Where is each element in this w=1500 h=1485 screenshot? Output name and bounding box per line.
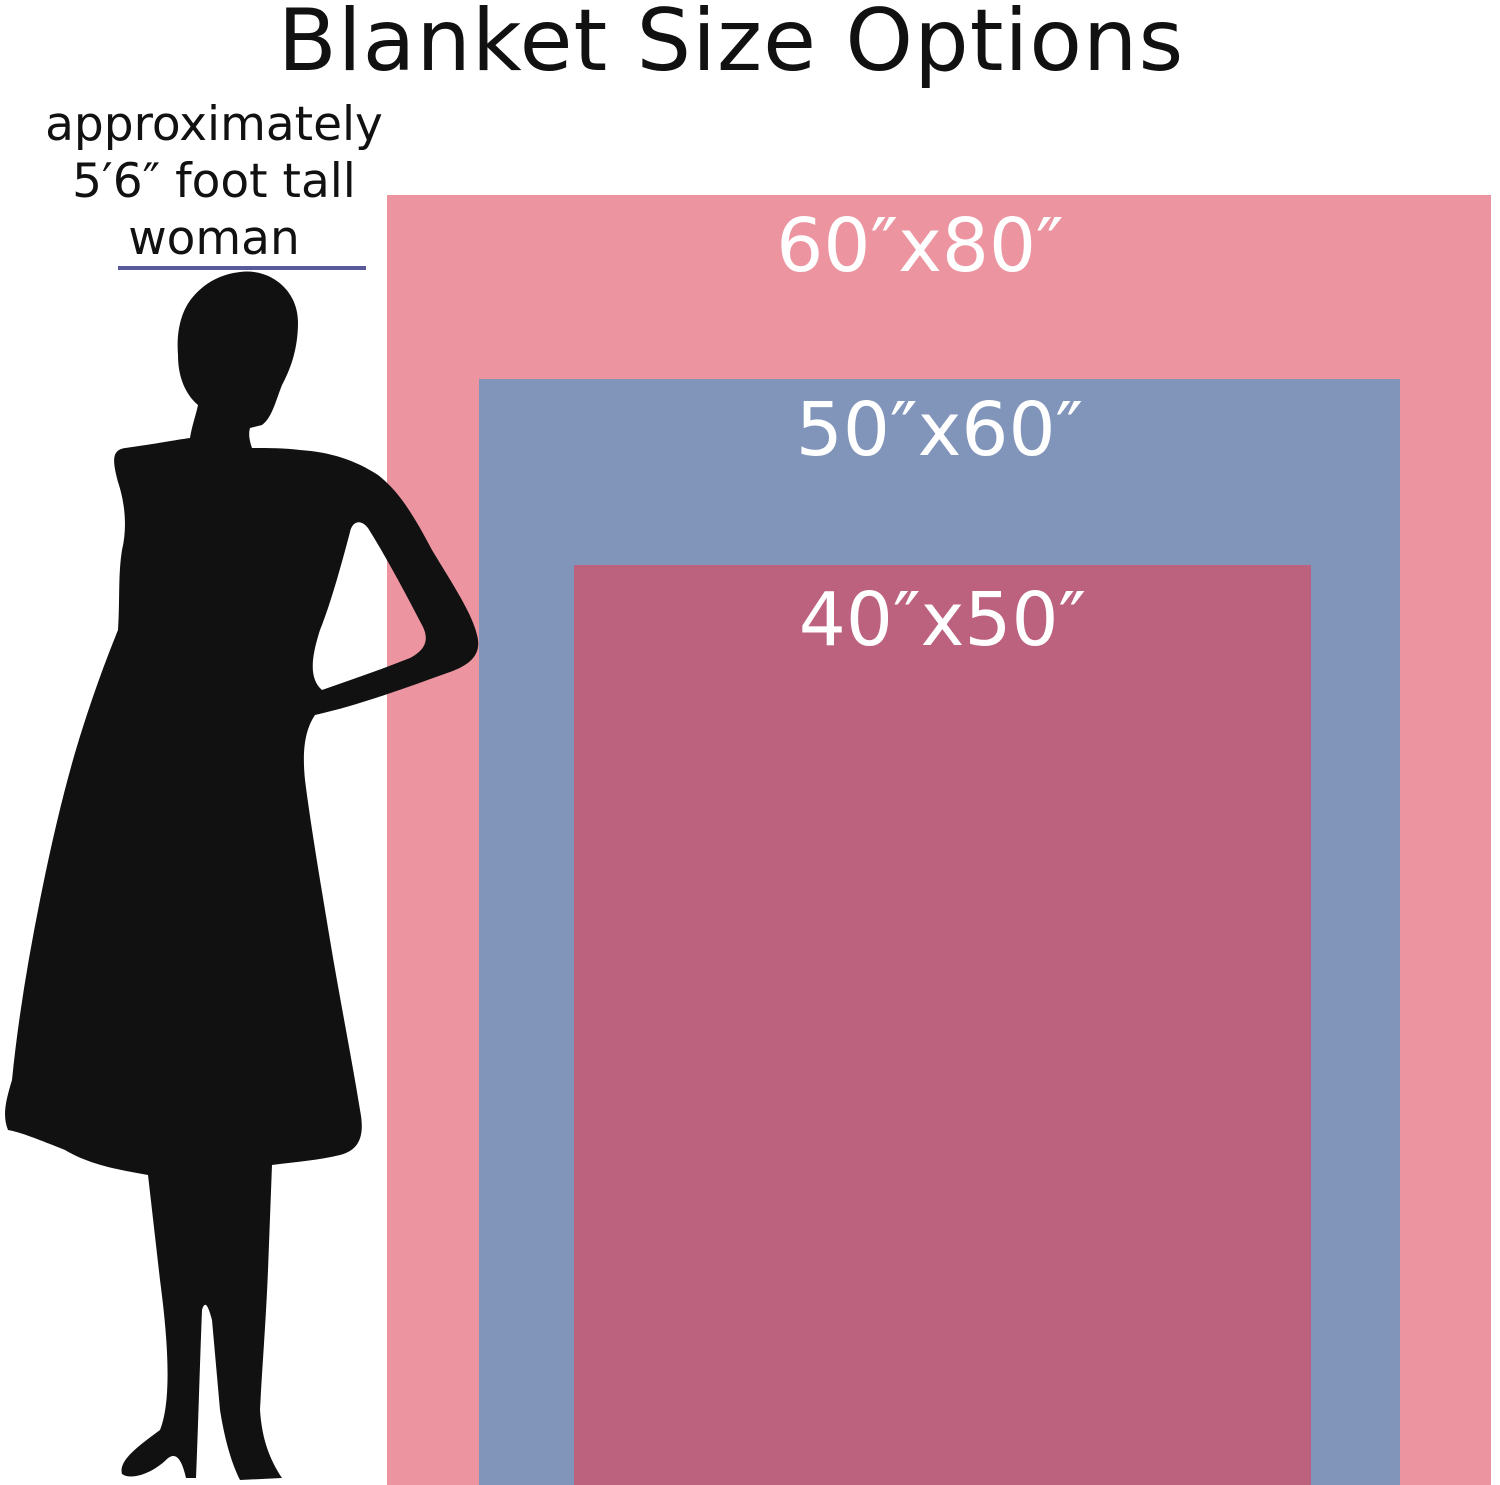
blanket-label-60x80: 60″x80″ xyxy=(776,203,1064,289)
page-title: Blanket Size Options xyxy=(277,0,1185,91)
woman-silhouette-icon xyxy=(5,271,479,1481)
blanket-label-40x50: 40″x50″ xyxy=(798,577,1087,663)
person-label-line: 5′6″ foot tall xyxy=(72,154,356,209)
person-label-line: approximately xyxy=(45,97,383,152)
person-label-line: woman xyxy=(128,211,300,266)
blanket-40x50 xyxy=(574,565,1311,1485)
person-height-label: approximately 5′6″ foot tall woman xyxy=(30,96,398,267)
blanket-label-50x60: 50″x60″ xyxy=(795,387,1084,473)
